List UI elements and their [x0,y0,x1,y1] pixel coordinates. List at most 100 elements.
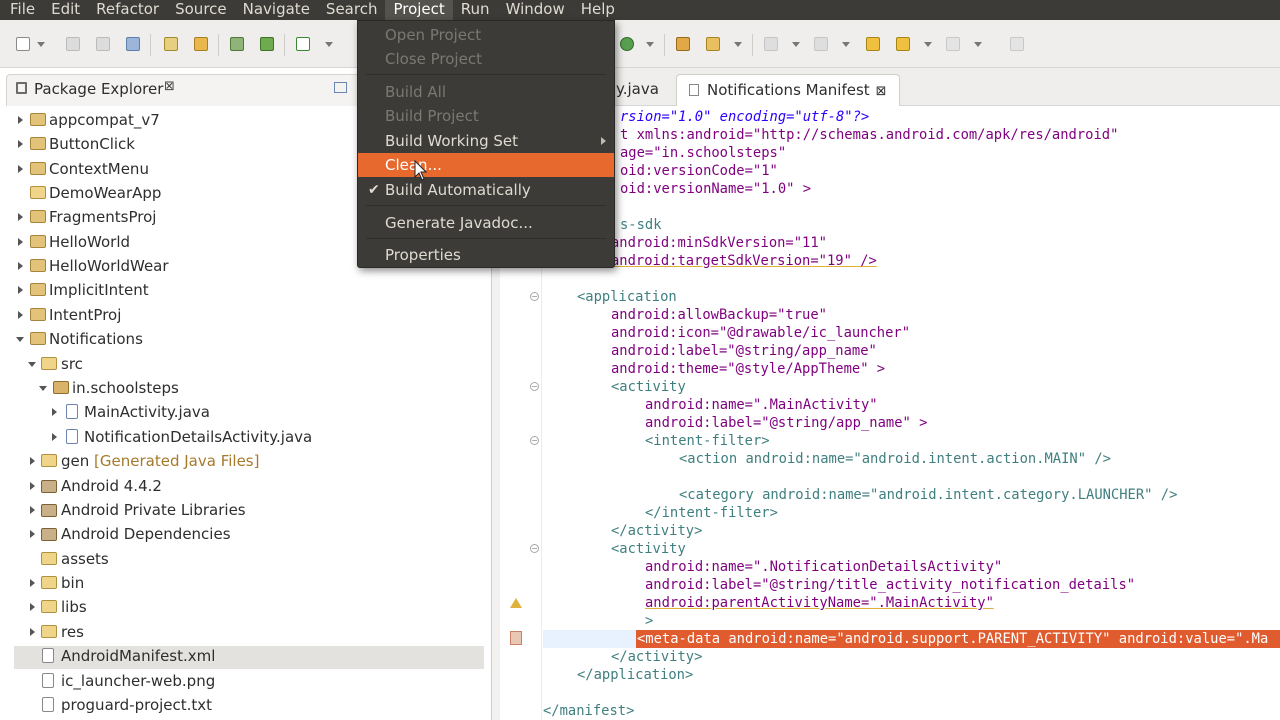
expand-icon[interactable] [30,457,35,465]
back-icon[interactable] [896,37,910,51]
expand-icon[interactable] [18,311,23,319]
fold-icon[interactable]: − [530,382,539,391]
code-line[interactable]: <action android:name="android.intent.act… [679,450,1111,468]
android-sdk-icon[interactable] [260,37,274,51]
tree-item-ic-launcher[interactable]: ic_launcher-web.png [0,670,480,692]
fold-icon[interactable]: − [530,292,539,301]
expand-icon[interactable] [18,140,23,148]
code-line[interactable]: rsion="1.0" encoding="utf-8"?> [620,108,869,126]
code-line[interactable]: </activity> [611,522,702,540]
close-icon[interactable]: ⊠ [876,84,887,99]
save-all-icon[interactable] [96,37,110,51]
expand-icon[interactable] [30,628,35,636]
code-line[interactable]: android:minSdkVersion="11" [611,234,827,252]
menu-window[interactable]: Window [498,0,573,20]
menu-file[interactable]: File [2,0,43,20]
code-line[interactable]: </intent-filter> [645,504,778,522]
open-type-icon[interactable] [164,37,178,51]
menu-item-clean[interactable]: Clean... [358,153,614,177]
tree-item-dependencies[interactable]: Android Dependencies [0,523,480,545]
expand-icon[interactable] [18,286,23,294]
error-marker-icon[interactable] [510,631,522,645]
code-line-selected[interactable]: <meta-data android:name="android.support… [637,630,1268,648]
minimize-icon[interactable] [334,82,347,93]
code-line[interactable]: > [645,612,653,630]
expand-icon[interactable] [52,433,57,441]
tree-item-proguard[interactable]: proguard-project.txt [0,694,480,716]
code-line[interactable]: <application [577,288,677,306]
code-line[interactable]: <intent-filter> [645,432,770,450]
expand-icon[interactable] [30,579,35,587]
code-line[interactable]: android:name=".MainActivity" [645,396,878,414]
refresh-icon[interactable] [620,37,634,51]
code-line[interactable]: t xmlns:android="http://schemas.android.… [620,126,1118,144]
code-line[interactable]: age="in.schoolsteps" [620,144,786,162]
tree-item-android-442[interactable]: Android 4.4.2 [0,475,480,497]
menu-source[interactable]: Source [167,0,235,20]
menu-navigate[interactable]: Navigate [235,0,318,20]
code-line[interactable]: <activity [611,378,686,396]
pen-dropdown-icon[interactable] [734,42,742,47]
code-line[interactable]: <category android:name="android.intent.c… [679,486,1177,504]
tree-item-mainactivity[interactable]: MainActivity.java [0,401,480,423]
save-icon[interactable] [66,37,80,51]
menu-item-build-all[interactable]: Build All [358,80,614,104]
menu-refactor[interactable]: Refactor [88,0,167,20]
menu-item-build-automatically[interactable]: ✔ Build Automatically [358,178,614,202]
tree-item-bin[interactable]: bin [0,572,480,594]
tree-item-androidmanifest[interactable]: AndroidManifest.xml [0,645,480,667]
checkbox-dropdown-icon[interactable] [325,42,333,47]
prev-annotation-dropdown-icon[interactable] [842,42,850,47]
next-annotation-icon[interactable] [764,37,778,51]
tab-notifications-manifest[interactable]: Notifications Manifest ⊠ [676,74,900,106]
code-line[interactable]: android:allowBackup="true" [611,306,827,324]
code-line[interactable]: </application> [577,666,693,684]
menu-run[interactable]: Run [453,0,498,20]
tree-item-notificationdetails[interactable]: NotificationDetailsActivity.java [0,426,480,448]
last-edit-icon[interactable] [866,37,880,51]
menu-item-properties[interactable]: Properties [358,243,614,267]
tree-item-intentproj[interactable]: IntentProj [0,304,480,326]
pen-icon[interactable] [706,37,720,51]
code-line[interactable]: <activity [611,540,686,558]
forward-dropdown-icon[interactable] [974,42,982,47]
menu-item-build-project[interactable]: Build Project [358,104,614,128]
code-line[interactable]: </activity> [611,648,702,666]
pin-editor-icon[interactable] [1010,37,1024,51]
code-line[interactable]: android:icon="@drawable/ic_launcher" [611,324,910,342]
collapse-icon[interactable] [39,386,47,391]
menu-item-open-project[interactable]: Open Project [358,23,614,47]
expand-icon[interactable] [30,530,35,538]
collapse-icon[interactable] [16,337,24,342]
prev-annotation-icon[interactable] [814,37,828,51]
code-line[interactable]: oid:versionCode="1" [620,162,778,180]
code-line[interactable]: android:label="@string/app_name" [611,342,877,360]
code-line[interactable]: android:label="@string/app_name" > [645,414,927,432]
expand-icon[interactable] [18,213,23,221]
expand-icon[interactable] [30,506,35,514]
print-icon[interactable] [126,37,140,51]
download-icon[interactable] [230,37,244,51]
tree-item-res[interactable]: res [0,621,480,643]
expand-icon[interactable] [18,116,23,124]
checkbox-icon[interactable] [296,37,310,51]
code-line[interactable]: android:parentActivityName=".MainActivit… [645,594,994,612]
code-line[interactable]: oid:versionName="1.0" > [620,180,811,198]
collapse-icon[interactable] [28,362,36,367]
tree-item-libs[interactable]: libs [0,596,480,618]
fold-icon[interactable]: − [530,544,539,553]
tree-item-gen[interactable]: gen [Generated Java Files] [0,450,480,472]
tree-item-private-libraries[interactable]: Android Private Libraries [0,499,480,521]
open-task-icon[interactable] [194,37,208,51]
forward-icon[interactable] [946,37,960,51]
next-annotation-dropdown-icon[interactable] [792,42,800,47]
menu-edit[interactable]: Edit [43,0,88,20]
warning-icon[interactable] [510,598,522,608]
menu-search[interactable]: Search [318,0,386,20]
code-line[interactable]: s-sdk [620,216,662,234]
expand-icon[interactable] [30,482,35,490]
code-line[interactable]: android:label="@string/title_activity_no… [645,576,1135,594]
expand-icon[interactable] [18,238,23,246]
new-icon[interactable] [16,37,30,51]
menu-project[interactable]: Project [385,0,453,20]
